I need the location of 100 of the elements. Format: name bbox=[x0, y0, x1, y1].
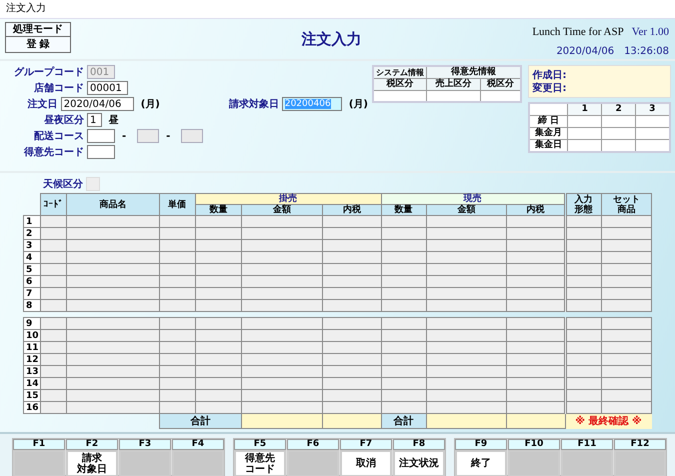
table-cell[interactable] bbox=[426, 342, 507, 354]
table-cell[interactable] bbox=[322, 402, 382, 414]
table-cell[interactable] bbox=[601, 378, 652, 390]
table-cell[interactable] bbox=[426, 288, 507, 300]
table-cell[interactable] bbox=[241, 228, 323, 240]
table-cell[interactable] bbox=[565, 300, 602, 312]
table-cell[interactable] bbox=[322, 300, 382, 312]
table-cell[interactable] bbox=[426, 318, 507, 330]
table-cell[interactable] bbox=[66, 354, 160, 366]
table-cell[interactable] bbox=[66, 402, 160, 414]
table-cell[interactable] bbox=[322, 366, 382, 378]
table-cell[interactable] bbox=[426, 354, 507, 366]
table-cell[interactable] bbox=[66, 342, 160, 354]
table-cell[interactable] bbox=[195, 300, 242, 312]
table-cell[interactable] bbox=[601, 318, 652, 330]
input-field[interactable]: 00001 bbox=[87, 81, 128, 95]
table-cell[interactable] bbox=[565, 288, 602, 300]
table-cell[interactable] bbox=[565, 378, 602, 390]
table-cell[interactable] bbox=[195, 402, 242, 414]
table-cell[interactable] bbox=[381, 330, 426, 342]
table-cell[interactable] bbox=[565, 342, 602, 354]
table-cell[interactable] bbox=[381, 228, 426, 240]
table-cell[interactable] bbox=[322, 228, 382, 240]
table-cell[interactable] bbox=[66, 240, 160, 252]
table-cell[interactable] bbox=[565, 240, 602, 252]
table-cell[interactable] bbox=[66, 252, 160, 264]
table-cell[interactable] bbox=[322, 354, 382, 366]
table-cell[interactable] bbox=[381, 390, 426, 402]
table-cell[interactable] bbox=[426, 240, 507, 252]
input-field[interactable] bbox=[87, 145, 115, 159]
table-cell[interactable] bbox=[241, 240, 323, 252]
table-cell[interactable] bbox=[322, 318, 382, 330]
table-cell[interactable] bbox=[565, 366, 602, 378]
table-cell[interactable] bbox=[66, 390, 160, 402]
table-cell[interactable] bbox=[66, 228, 160, 240]
table-cell[interactable] bbox=[241, 216, 323, 228]
table-cell[interactable] bbox=[66, 366, 160, 378]
table-cell[interactable] bbox=[601, 390, 652, 402]
table-cell[interactable] bbox=[195, 264, 242, 276]
table-cell[interactable] bbox=[381, 252, 426, 264]
table-cell[interactable] bbox=[241, 330, 323, 342]
table-cell[interactable] bbox=[66, 264, 160, 276]
table-cell[interactable] bbox=[601, 342, 652, 354]
table-cell[interactable] bbox=[565, 402, 602, 414]
table-cell[interactable] bbox=[66, 378, 160, 390]
table-cell[interactable] bbox=[426, 378, 507, 390]
table-cell[interactable] bbox=[322, 276, 382, 288]
table-cell[interactable] bbox=[565, 318, 602, 330]
table-cell[interactable] bbox=[426, 390, 507, 402]
table-cell[interactable] bbox=[601, 402, 652, 414]
table-cell[interactable] bbox=[565, 276, 602, 288]
table-cell[interactable] bbox=[159, 318, 196, 330]
table-cell[interactable] bbox=[381, 318, 426, 330]
table-cell[interactable] bbox=[381, 216, 426, 228]
table-cell[interactable] bbox=[195, 366, 242, 378]
table-cell[interactable] bbox=[66, 318, 160, 330]
table-cell[interactable] bbox=[322, 342, 382, 354]
table-cell[interactable] bbox=[241, 300, 323, 312]
table-cell[interactable] bbox=[426, 216, 507, 228]
table-cell[interactable] bbox=[241, 390, 323, 402]
table-cell[interactable] bbox=[241, 378, 323, 390]
table-cell[interactable] bbox=[426, 330, 507, 342]
table-cell[interactable] bbox=[322, 378, 382, 390]
table-cell[interactable] bbox=[601, 252, 652, 264]
table-cell[interactable] bbox=[241, 264, 323, 276]
table-cell[interactable] bbox=[565, 228, 602, 240]
table-cell[interactable] bbox=[381, 354, 426, 366]
table-cell[interactable] bbox=[195, 318, 242, 330]
table-cell[interactable] bbox=[241, 354, 323, 366]
table-cell[interactable] bbox=[241, 288, 323, 300]
table-cell[interactable] bbox=[241, 252, 323, 264]
table-cell[interactable] bbox=[322, 288, 382, 300]
table-cell[interactable] bbox=[66, 288, 160, 300]
table-cell[interactable] bbox=[381, 378, 426, 390]
table-cell[interactable] bbox=[381, 300, 426, 312]
table-cell[interactable] bbox=[66, 276, 160, 288]
table-cell[interactable] bbox=[565, 390, 602, 402]
table-cell[interactable] bbox=[601, 216, 652, 228]
table-cell[interactable] bbox=[601, 276, 652, 288]
table-cell[interactable] bbox=[565, 252, 602, 264]
table-cell[interactable] bbox=[381, 366, 426, 378]
table-cell[interactable] bbox=[195, 240, 242, 252]
table-cell[interactable] bbox=[601, 228, 652, 240]
table-cell[interactable] bbox=[426, 228, 507, 240]
table-cell[interactable] bbox=[66, 330, 160, 342]
table-cell[interactable] bbox=[322, 390, 382, 402]
table-cell[interactable] bbox=[195, 276, 242, 288]
table-cell[interactable] bbox=[601, 330, 652, 342]
table-cell[interactable] bbox=[381, 276, 426, 288]
table-cell[interactable] bbox=[426, 276, 507, 288]
table-cell[interactable] bbox=[565, 264, 602, 276]
table-cell[interactable] bbox=[195, 330, 242, 342]
table-cell[interactable] bbox=[381, 402, 426, 414]
table-cell[interactable] bbox=[601, 354, 652, 366]
table-cell[interactable] bbox=[322, 240, 382, 252]
table-cell[interactable] bbox=[195, 342, 242, 354]
table-cell[interactable] bbox=[565, 354, 602, 366]
table-cell[interactable] bbox=[426, 252, 507, 264]
input-field[interactable]: 1 bbox=[87, 113, 102, 127]
function-button[interactable]: 取消 bbox=[340, 450, 392, 476]
